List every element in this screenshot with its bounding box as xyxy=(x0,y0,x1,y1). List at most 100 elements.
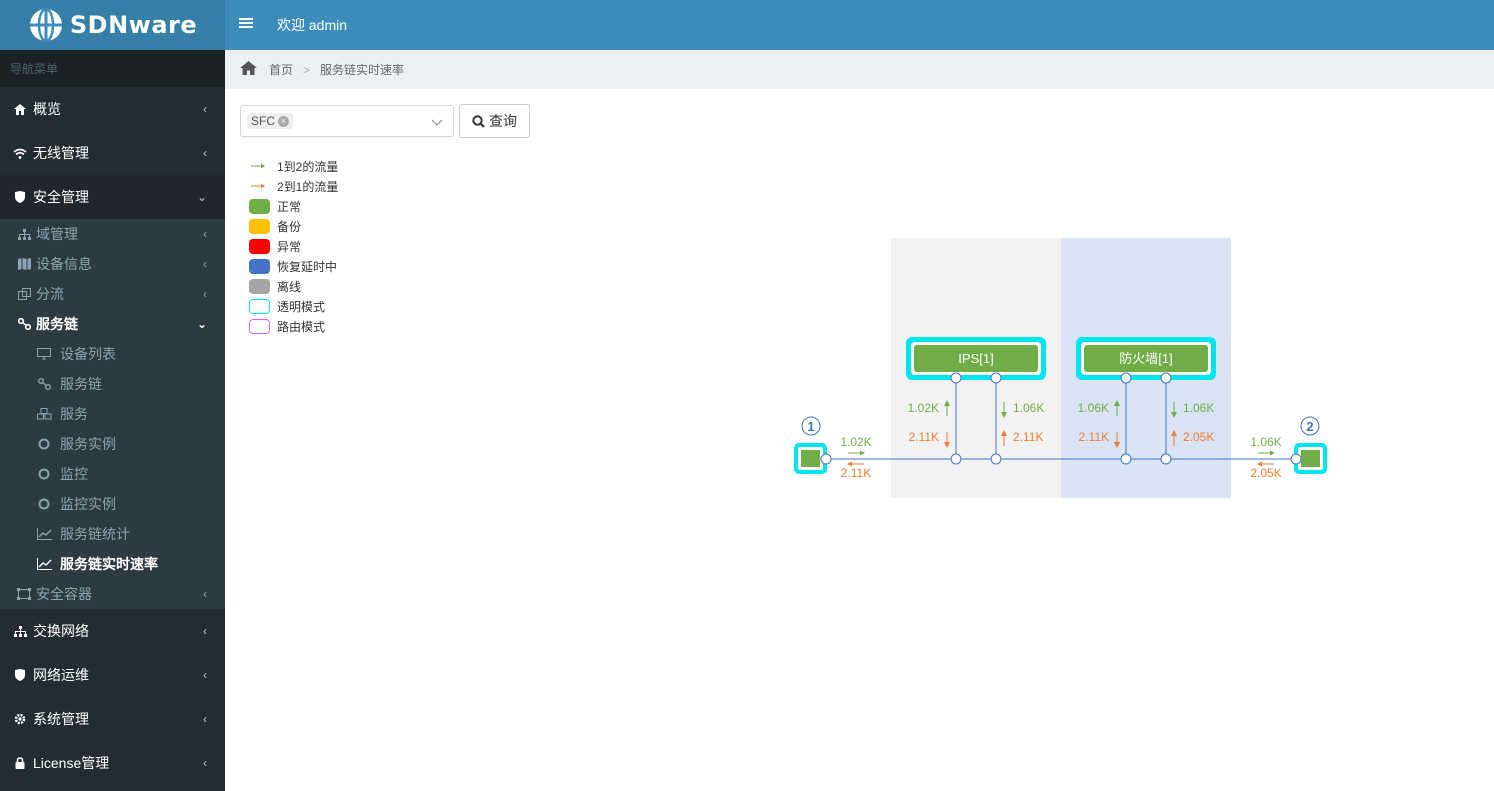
sfc-select[interactable]: SFC × xyxy=(240,105,454,137)
rate-label: 2.05K xyxy=(1183,430,1214,444)
node-label: IPS[1] xyxy=(958,351,993,366)
globe-logo-icon xyxy=(29,7,62,43)
tag-remove-icon[interactable]: × xyxy=(278,115,289,127)
node-ips[interactable]: IPS[1] xyxy=(906,337,1046,380)
sidebar-item-label: License管理 xyxy=(33,755,110,771)
sidebar-item-label: 服务实例 xyxy=(60,436,116,452)
sidebar-item-overview[interactable]: 概览 ‹ xyxy=(0,87,225,131)
sidebar-item-label: 服务 xyxy=(60,406,88,422)
breadcrumb-current: 服务链实时速率 xyxy=(320,63,405,77)
map-icon xyxy=(16,258,32,270)
selected-tag-label: SFC xyxy=(251,114,275,128)
sidebar-item-domain[interactable]: 域管理 ‹ xyxy=(0,219,225,249)
swatch-normal xyxy=(249,198,270,214)
breadcrumb-home-link[interactable]: 首页 xyxy=(269,61,293,78)
container-icon xyxy=(16,588,32,600)
legend-flow-2-1: 2到1的流量 xyxy=(249,176,338,196)
chevron-down-icon: ⌄ xyxy=(196,317,207,331)
legend-label: 异常 xyxy=(277,239,302,254)
node-firewall[interactable]: 防火墙[1] xyxy=(1076,337,1216,380)
legend-label: 正常 xyxy=(277,199,302,214)
rate-label: 1.02K xyxy=(908,401,939,415)
sidebar-item-label: 系统管理 xyxy=(33,711,89,727)
split-icon xyxy=(16,288,32,300)
rate-label: 1.06K xyxy=(1183,401,1214,415)
breadcrumb-separator: > xyxy=(303,62,311,77)
sitemap-icon xyxy=(12,625,28,637)
green-arrow-icon xyxy=(249,162,270,170)
search-icon xyxy=(472,114,485,128)
sidebar-item-system[interactable]: 系统管理 ‹ xyxy=(0,697,225,741)
sidebar-item-label: 设备信息 xyxy=(36,256,92,272)
sidebar-item-label: 设备列表 xyxy=(60,346,116,362)
chevron-down-icon[interactable] xyxy=(431,115,443,130)
sidebar-item-label: 服务链 xyxy=(36,316,78,332)
sidebar-item-service-instance[interactable]: 服务实例 xyxy=(0,429,225,459)
security-submenu: 域管理 ‹ 设备信息 ‹ 分流 ‹ 服务链 ⌄ 设备列表 服务链 服务 服务实例… xyxy=(0,219,225,609)
sidebar-item-label: 分流 xyxy=(36,286,64,302)
legend-label: 1到2的流量 xyxy=(277,159,339,174)
brand-name: SDNware xyxy=(69,11,198,39)
endpoint-right[interactable]: 2 xyxy=(1294,416,1327,474)
sidebar-item-label: 监控 xyxy=(60,466,88,482)
sidebar-item-monitor[interactable]: 监控 xyxy=(0,459,225,489)
top-navbar: 欢迎 admin xyxy=(225,0,1494,50)
node-label: 防火墙[1] xyxy=(1119,351,1172,366)
wifi-icon xyxy=(12,148,28,159)
nav-header: 导航菜单 xyxy=(0,50,225,87)
swatch-recovering xyxy=(249,258,270,274)
legend-label: 2到1的流量 xyxy=(277,179,339,194)
selected-tag: SFC × xyxy=(247,113,293,129)
legend: 1到2的流量 2到1的流量 正常 备份 异常 恢复延时中 离线 透明模式 路由模… xyxy=(249,156,338,336)
line-chart-icon xyxy=(36,528,52,540)
sidebar-item-monitor-instance[interactable]: 监控实例 xyxy=(0,489,225,519)
breadcrumb: 首页 > 服务链实时速率 xyxy=(225,50,1494,89)
sidebar-item-label: 安全管理 xyxy=(33,189,89,205)
rate-label: 1.06K xyxy=(1013,401,1044,415)
gear-icon xyxy=(12,713,28,725)
sidebar-item-chain[interactable]: 服务链 xyxy=(0,369,225,399)
sidebar-item-device-info[interactable]: 设备信息 ‹ xyxy=(0,249,225,279)
hamburger-menu-icon[interactable] xyxy=(225,16,267,34)
chevron-left-icon: ‹ xyxy=(203,146,207,160)
sidebar-item-label: 监控实例 xyxy=(60,496,116,512)
chevron-left-icon: ‹ xyxy=(203,227,207,241)
legend-flow-1-2: 1到2的流量 xyxy=(249,156,338,176)
link-icon xyxy=(36,378,52,390)
home-icon[interactable] xyxy=(240,61,257,78)
swatch-offline xyxy=(249,278,270,294)
line-chart-icon xyxy=(36,558,52,570)
legend-label: 恢复延时中 xyxy=(277,259,338,274)
chevron-down-icon: ⌄ xyxy=(196,190,207,204)
query-button[interactable]: 查询 xyxy=(459,104,530,138)
sidebar-item-chain-realtime-rate[interactable]: 服务链实时速率 xyxy=(0,549,225,579)
legend-transparent: 透明模式 xyxy=(249,296,338,316)
welcome-text: 欢迎 admin xyxy=(277,17,348,33)
legend-backup: 备份 xyxy=(249,216,338,236)
logo[interactable]: SDNware xyxy=(0,0,225,50)
swatch-backup xyxy=(249,218,270,234)
query-button-label: 查询 xyxy=(489,113,517,129)
chevron-left-icon: ‹ xyxy=(203,668,207,682)
rate-label: 1.06K xyxy=(1250,435,1281,449)
sidebar-item-network-ops[interactable]: 网络运维 ‹ xyxy=(0,653,225,697)
legend-label: 备份 xyxy=(277,219,302,234)
sidebar-item-security-container[interactable]: 安全容器 ‹ xyxy=(0,579,225,609)
sidebar-item-label: 服务链实时速率 xyxy=(60,556,158,572)
legend-label: 透明模式 xyxy=(277,299,326,314)
circle-icon xyxy=(36,498,52,510)
sidebar-item-wireless[interactable]: 无线管理 ‹ xyxy=(0,131,225,175)
sidebar-item-service-chain[interactable]: 服务链 ⌄ xyxy=(0,309,225,339)
sidebar-item-service[interactable]: 服务 xyxy=(0,399,225,429)
rate-label: 2.11K xyxy=(1079,430,1109,444)
endpoint-left[interactable]: 1 xyxy=(794,416,827,474)
right-arrow-green-icon xyxy=(1258,450,1275,456)
sidebar-item-split[interactable]: 分流 ‹ xyxy=(0,279,225,309)
sidebar-item-switching[interactable]: 交换网络 ‹ xyxy=(0,609,225,653)
sidebar-item-security[interactable]: 安全管理 ⌄ xyxy=(0,175,225,219)
endpoint-label: 1 xyxy=(807,419,814,434)
sidebar-item-device-list[interactable]: 设备列表 xyxy=(0,339,225,369)
sidebar-item-label: 安全容器 xyxy=(36,586,92,602)
sidebar-item-license[interactable]: License管理 ‹ xyxy=(0,741,225,785)
sidebar-item-chain-stats[interactable]: 服务链统计 xyxy=(0,519,225,549)
